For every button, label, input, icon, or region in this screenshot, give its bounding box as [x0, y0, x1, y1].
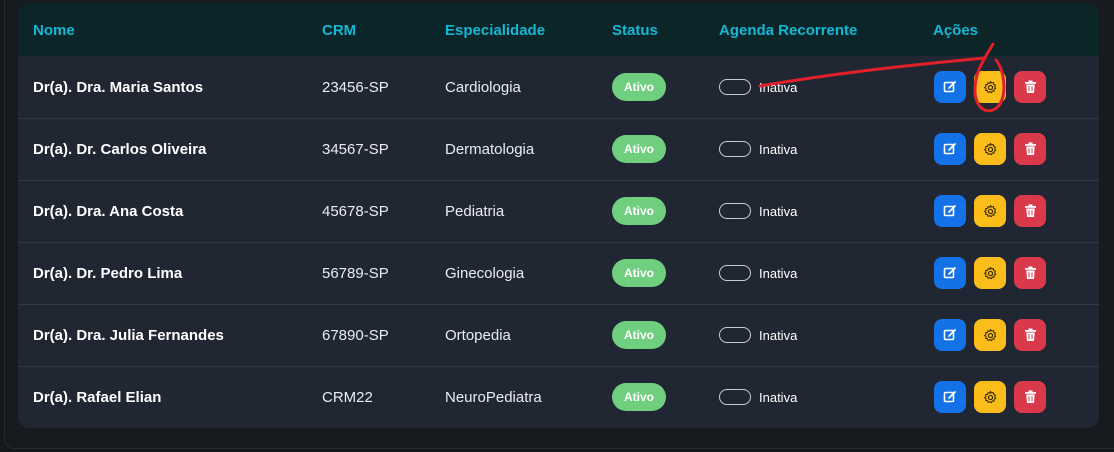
column-header-recurring-schedule[interactable]: Agenda Recorrente [719, 22, 857, 39]
gear-icon [983, 142, 998, 157]
status-badge: Ativo [612, 73, 666, 101]
recurring-schedule-toggle[interactable] [719, 203, 751, 219]
status-badge: Ativo [612, 259, 666, 287]
trash-icon [1024, 266, 1037, 280]
column-header-actions: Ações [933, 22, 979, 39]
recurring-schedule-label: Inativa [759, 204, 798, 219]
edit-button[interactable] [934, 381, 966, 413]
doctor-specialty: Cardiologia [445, 79, 521, 96]
recurring-schedule-toggle[interactable] [719, 79, 751, 95]
edit-icon [943, 328, 957, 342]
recurring-schedule-toggle[interactable] [719, 327, 751, 343]
doctor-name: Dr(a). Dra. Ana Costa [33, 203, 184, 220]
trash-icon [1024, 204, 1037, 218]
table-row: Dr(a). Dr. Carlos Oliveira 34567-SP Dermat… [18, 119, 1099, 181]
status-badge: Ativo [612, 135, 666, 163]
recurring-schedule-toggle[interactable] [719, 265, 751, 281]
trash-icon [1024, 142, 1037, 156]
gear-icon [983, 80, 998, 95]
doctor-specialty: Pediatria [445, 203, 505, 220]
recurring-schedule-label: Inativa [759, 80, 798, 95]
table-row: Dr(a). Dra. Maria Santos 23456-SP Cardiolo… [18, 57, 1099, 119]
gear-icon [983, 390, 998, 405]
trash-icon [1024, 80, 1037, 94]
doctor-specialty: Dermatologia [445, 141, 535, 158]
edit-button[interactable] [934, 257, 966, 289]
configure-schedule-button[interactable] [974, 71, 1006, 103]
configure-schedule-button[interactable] [974, 195, 1006, 227]
delete-button[interactable] [1014, 319, 1046, 351]
edit-icon [943, 266, 957, 280]
doctor-specialty: Ginecologia [445, 265, 525, 282]
column-header-specialty[interactable]: Especialidade [445, 22, 545, 39]
column-header-name[interactable]: Nome [33, 22, 75, 39]
edit-icon [943, 142, 957, 156]
doctor-crm: CRM22 [322, 389, 373, 406]
column-header-status[interactable]: Status [612, 22, 658, 39]
delete-button[interactable] [1014, 381, 1046, 413]
edit-button[interactable] [934, 195, 966, 227]
doctor-crm: 56789-SP [322, 265, 389, 282]
delete-button[interactable] [1014, 71, 1046, 103]
doctor-name: Dr(a). Dr. Carlos Oliveira [33, 141, 207, 158]
edit-icon [943, 390, 957, 404]
recurring-schedule-toggle[interactable] [719, 389, 751, 405]
doctor-crm: 45678-SP [322, 203, 389, 220]
configure-schedule-button[interactable] [974, 381, 1006, 413]
column-header-crm[interactable]: CRM [322, 22, 356, 39]
recurring-schedule-label: Inativa [759, 328, 798, 343]
recurring-schedule-label: Inativa [759, 142, 798, 157]
configure-schedule-button[interactable] [974, 133, 1006, 165]
recurring-schedule-toggle[interactable] [719, 141, 751, 157]
table-row: Dr(a). Dr. Pedro Lima 56789-SP Ginecologia… [18, 243, 1099, 305]
recurring-schedule-label: Inativa [759, 390, 798, 405]
gear-icon [983, 204, 998, 219]
doctor-crm: 34567-SP [322, 141, 389, 158]
table-row: Dr(a). Rafael Elian CRM22 NeuroPediatra Ati… [18, 367, 1099, 428]
delete-button[interactable] [1014, 133, 1046, 165]
gear-icon [983, 328, 998, 343]
table-row: Dr(a). Dra. Ana Costa 45678-SP Pediatria At… [18, 181, 1099, 243]
recurring-schedule-label: Inativa [759, 266, 798, 281]
configure-schedule-button[interactable] [974, 319, 1006, 351]
trash-icon [1024, 328, 1037, 342]
doctor-name: Dr(a). Dra. Maria Santos [33, 79, 204, 96]
doctor-name: Dr(a). Dr. Pedro Lima [33, 265, 183, 282]
trash-icon [1024, 390, 1037, 404]
doctors-table: Nome CRM Especialidade Status Agenda Rec… [18, 3, 1099, 428]
table-row: Dr(a). Dra. Julia Fernandes 67890-SP Ortop… [18, 305, 1099, 367]
delete-button[interactable] [1014, 257, 1046, 289]
doctor-specialty: NeuroPediatra [445, 389, 542, 406]
edit-button[interactable] [934, 319, 966, 351]
edit-button[interactable] [934, 133, 966, 165]
status-badge: Ativo [612, 383, 666, 411]
edit-icon [943, 80, 957, 94]
doctor-name: Dr(a). Dra. Julia Fernandes [33, 327, 224, 344]
delete-button[interactable] [1014, 195, 1046, 227]
configure-schedule-button[interactable] [974, 257, 1006, 289]
doctor-name: Dr(a). Rafael Elian [33, 389, 162, 406]
status-badge: Ativo [612, 321, 666, 349]
edit-icon [943, 204, 957, 218]
doctor-crm: 67890-SP [322, 327, 389, 344]
status-badge: Ativo [612, 197, 666, 225]
gear-icon [983, 266, 998, 281]
doctor-crm: 23456-SP [322, 79, 389, 96]
table-header: Nome CRM Especialidade Status Agenda Rec… [18, 3, 1099, 56]
doctor-specialty: Ortopedia [445, 327, 511, 344]
edit-button[interactable] [934, 71, 966, 103]
